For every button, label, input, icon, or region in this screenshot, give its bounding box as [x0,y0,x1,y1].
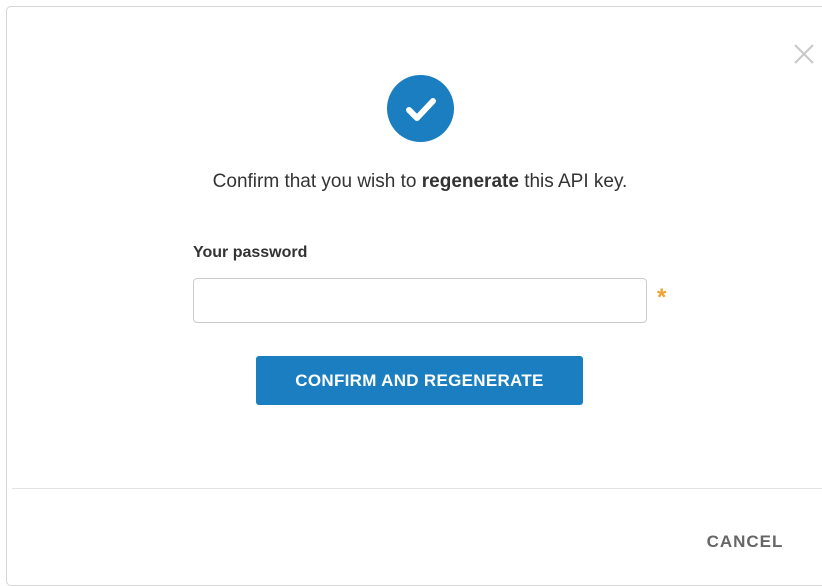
footer-divider [12,488,822,489]
message-text-after: this API key. [518,171,628,192]
password-label: Your password [193,244,308,261]
confirm-regenerate-button[interactable]: CONFIRM AND REGENERATE [256,356,583,405]
required-indicator: * [657,284,667,311]
password-input[interactable] [193,278,647,323]
confirmation-message: Confirm that you wish to regenerate this… [190,168,650,195]
close-button[interactable] [791,41,817,67]
close-icon [794,44,814,64]
message-text-before: Confirm that you wish to [212,171,422,192]
cancel-button[interactable]: CANCEL [690,528,800,556]
check-circle-icon [387,75,454,142]
message-text-bold: regenerate [421,171,519,192]
